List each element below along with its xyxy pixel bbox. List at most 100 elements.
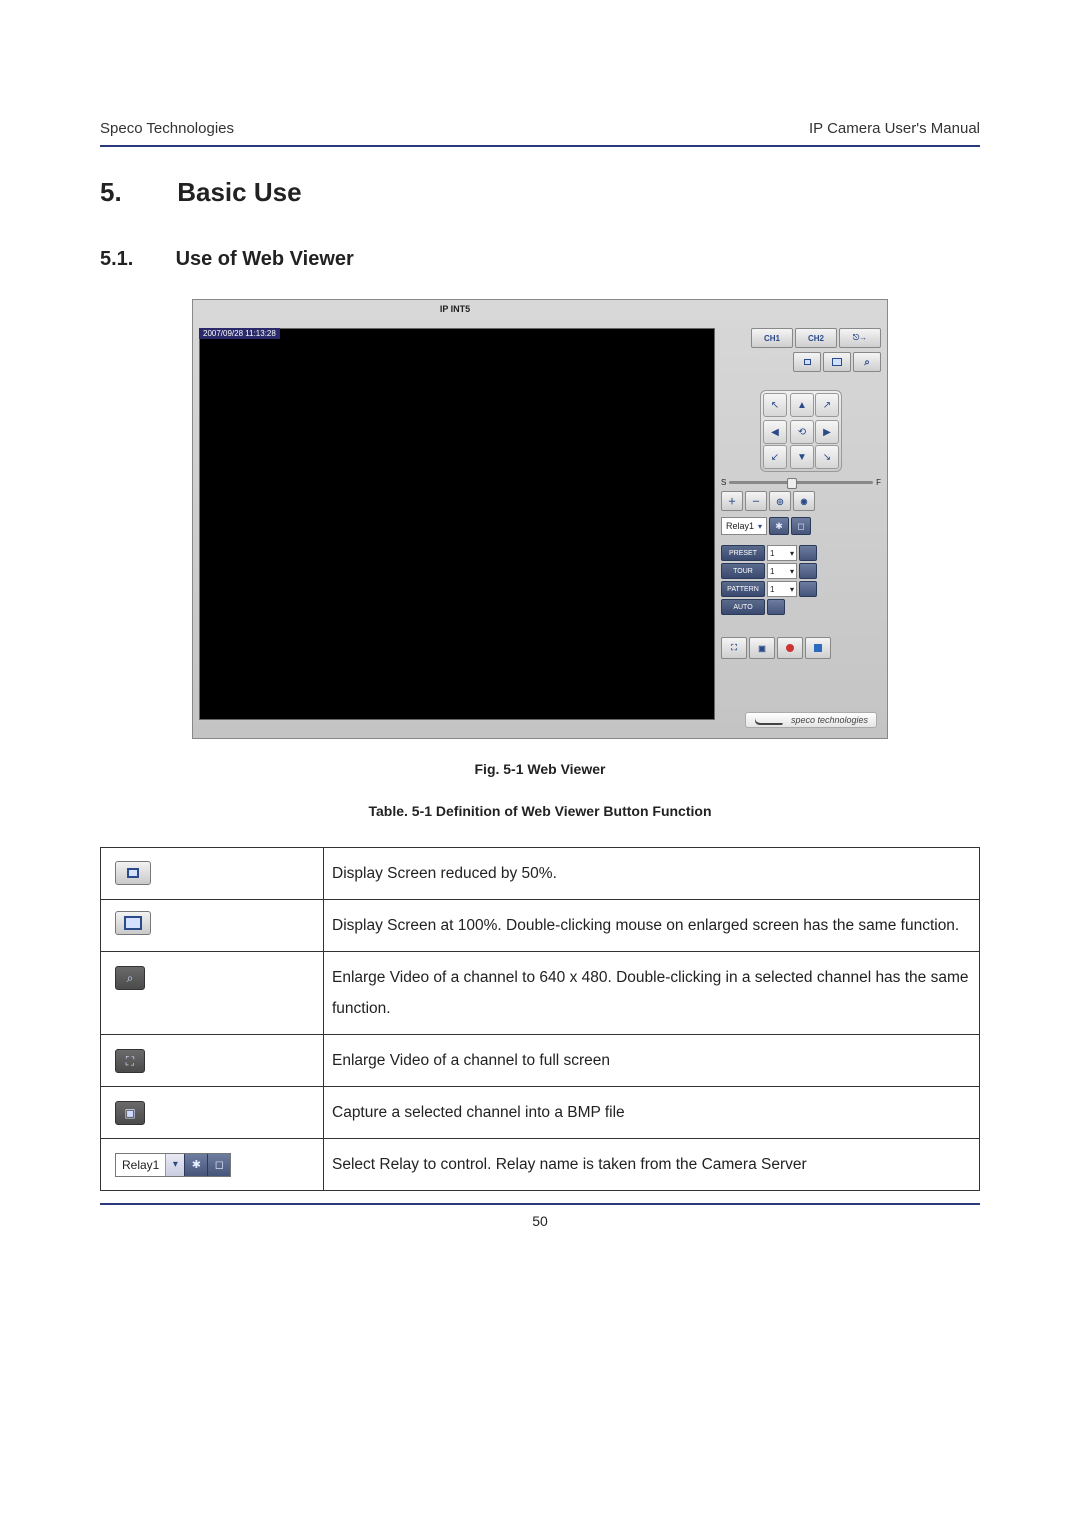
tour-value: 1: [770, 567, 774, 576]
ptz-right[interactable]: ▶: [815, 420, 839, 444]
shrink-icon: [804, 359, 811, 365]
subsection-number: 5.1.: [100, 248, 170, 271]
fullscreen-button[interactable]: ⛶: [721, 637, 747, 659]
section-title: Basic Use: [177, 177, 301, 207]
enlarge-button[interactable]: ⌕: [853, 352, 881, 372]
relay-on-icon: ✱: [184, 1154, 207, 1176]
brand-swoosh-icon: [753, 717, 787, 725]
preset-value: 1: [770, 549, 774, 558]
pattern-select[interactable]: 1▾: [767, 581, 797, 597]
record-button[interactable]: [777, 637, 803, 659]
table-caption: Table. 5-1 Definition of Web Viewer Butt…: [100, 803, 980, 819]
video-area[interactable]: [199, 328, 715, 720]
capture-icon: ▣: [115, 1101, 145, 1125]
zoom-out-button[interactable]: －: [745, 491, 767, 511]
relay-control-icon: Relay1 ▾ ✱ ◻: [115, 1153, 231, 1177]
chevron-down-icon: ▾: [790, 567, 794, 576]
focus-near-button[interactable]: ◎: [769, 491, 791, 511]
footer-rule: [100, 1203, 980, 1205]
ptz-down[interactable]: ▼: [790, 445, 814, 469]
stop-icon: [814, 644, 822, 652]
def-text: Enlarge Video of a channel to full scree…: [324, 1035, 980, 1087]
preset-label: PRESET: [721, 545, 765, 561]
ptz-speed-slider[interactable]: S F: [721, 478, 881, 487]
figure-caption: Fig. 5-1 Web Viewer: [100, 761, 980, 777]
preset-select[interactable]: 1▾: [767, 545, 797, 561]
channel-2-button[interactable]: CH2: [795, 328, 837, 348]
relay-control: Relay1 ▾ ✱ ◻: [721, 517, 881, 535]
table-row: ⛶ Enlarge Video of a channel to full scr…: [101, 1035, 980, 1087]
speed-fast-label: F: [876, 478, 881, 487]
fullscreen-icon: ⛶: [115, 1049, 145, 1073]
fullscreen-icon: ⛶: [731, 643, 737, 653]
focus-far-button[interactable]: ◉: [793, 491, 815, 511]
chevron-down-icon: ▾: [165, 1154, 184, 1176]
relay-off-button[interactable]: ◻: [791, 517, 811, 535]
chevron-down-icon: ▾: [758, 522, 762, 531]
ptz-up-right[interactable]: ↗: [815, 393, 839, 417]
magnifier-icon: ⌕: [864, 357, 870, 368]
tour-select[interactable]: 1▾: [767, 563, 797, 579]
subsection-heading: 5.1. Use of Web Viewer: [100, 248, 980, 271]
stop-button[interactable]: [805, 637, 831, 659]
def-text: Capture a selected channel into a BMP fi…: [324, 1087, 980, 1139]
relay-on-button[interactable]: ✱: [769, 517, 789, 535]
table-row: Display Screen reduced by 50%.: [101, 848, 980, 900]
table-row: Display Screen at 100%. Double-clicking …: [101, 900, 980, 952]
viewer-sidepanel: CH1 CH2 ⎋→ ⌕ ↖ ▲ ↗ ◀ ⟲ ▶ ↙ ▼ ↘: [721, 328, 881, 728]
button-definition-table: Display Screen reduced by 50%. Display S…: [100, 847, 980, 1191]
size-50-button[interactable]: [793, 352, 821, 372]
viewer-title: IP INT5: [193, 304, 717, 314]
auto-go-button[interactable]: [767, 599, 785, 615]
chevron-down-icon: ▾: [790, 549, 794, 558]
web-viewer-figure: IP INT5 2007/09/28 11:13:28 CH1 CH2 ⎋→ ⌕…: [192, 299, 888, 739]
size-100-button[interactable]: [823, 352, 851, 372]
enlarge-640-icon: ⌕: [115, 966, 145, 990]
table-row: ▣ Capture a selected channel into a BMP …: [101, 1087, 980, 1139]
ptz-left[interactable]: ◀: [763, 420, 787, 444]
preset-go-button[interactable]: [799, 545, 817, 561]
def-text: Select Relay to control. Relay name is t…: [324, 1139, 980, 1191]
capture-button[interactable]: ▣: [749, 637, 775, 659]
size-100-icon: [115, 911, 151, 935]
video-timestamp: 2007/09/28 11:13:28: [199, 328, 280, 339]
def-text: Display Screen at 100%. Double-clicking …: [324, 900, 980, 952]
header-rule: [100, 145, 980, 147]
brand-text: speco technologies: [791, 715, 868, 725]
tour-go-button[interactable]: [799, 563, 817, 579]
relay-select[interactable]: Relay1 ▾: [721, 517, 767, 535]
ptz-down-left[interactable]: ↙: [763, 445, 787, 469]
pattern-go-button[interactable]: [799, 581, 817, 597]
header-left: Speco Technologies: [100, 120, 234, 137]
table-row: ⌕ Enlarge Video of a channel to 640 x 48…: [101, 952, 980, 1035]
def-text: Display Screen reduced by 50%.: [324, 848, 980, 900]
brand-badge: speco technologies: [745, 712, 877, 728]
section-number: 5.: [100, 177, 170, 208]
page-number: 50: [100, 1213, 980, 1229]
table-row: Relay1 ▾ ✱ ◻ Select Relay to control. Re…: [101, 1139, 980, 1191]
subsection-title: Use of Web Viewer: [176, 248, 354, 270]
ptz-home[interactable]: ⟲: [790, 420, 814, 444]
def-text: Enlarge Video of a channel to 640 x 480.…: [324, 952, 980, 1035]
ptz-up[interactable]: ▲: [790, 393, 814, 417]
ptz-down-right[interactable]: ↘: [815, 445, 839, 469]
speed-slow-label: S: [721, 478, 726, 487]
speed-thumb[interactable]: [787, 478, 797, 489]
channel-1-button[interactable]: CH1: [751, 328, 793, 348]
logout-button[interactable]: ⎋→: [839, 328, 881, 348]
relay-chip-label: Relay1: [116, 1153, 165, 1177]
tour-label: TOUR: [721, 563, 765, 579]
camera-icon: ▣: [758, 644, 766, 653]
logout-icon: ⎋→: [853, 333, 867, 343]
ptz-up-left[interactable]: ↖: [763, 393, 787, 417]
zoom-in-button[interactable]: ＋: [721, 491, 743, 511]
reduce-50-icon: [115, 861, 151, 885]
chevron-down-icon: ▾: [790, 585, 794, 594]
pattern-label: PATTERN: [721, 581, 765, 597]
ptz-pad: ↖ ▲ ↗ ◀ ⟲ ▶ ↙ ▼ ↘: [760, 390, 842, 472]
section-heading: 5. Basic Use: [100, 177, 980, 208]
relay-off-icon: ◻: [207, 1154, 230, 1176]
normal-icon: [832, 358, 842, 366]
record-icon: [786, 644, 794, 652]
pattern-value: 1: [770, 585, 774, 594]
